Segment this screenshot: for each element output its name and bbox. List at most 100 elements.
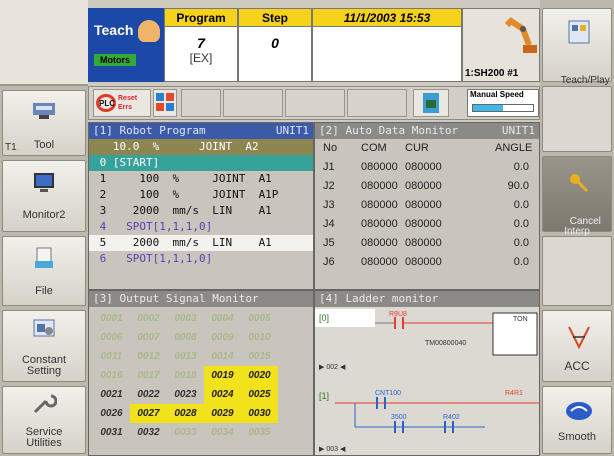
right-sidebar: Teach/Play Condition Cancel Interp ACC S… [540,0,614,456]
signal-row: 0001 0002 0003 0004 0005 [89,309,313,328]
constant-setting-button[interactable]: Constant Setting [2,310,86,382]
pendant-screen: Tool T1 Monitor2 File Constant Setting S… [0,0,614,456]
output-signal[interactable]: 0019 [204,366,241,385]
output-signal[interactable]: 0015 [241,347,278,366]
toolbar-slot-3[interactable] [285,89,345,117]
output-signal[interactable]: 0002 [130,309,167,328]
output-signal[interactable]: 0008 [167,328,204,347]
output-signal[interactable]: 0007 [130,328,167,347]
output-signal[interactable]: 0031 [93,423,130,442]
right-blank-1[interactable] [542,86,612,152]
monitor-header-row: No COM CUR ANGLE [315,139,539,158]
output-signal[interactable]: 0005 [241,309,278,328]
robot-program-title-text: [1] Robot Program [93,124,206,137]
output-signal[interactable]: 0022 [130,385,167,404]
program-line[interactable]: 6 SPOT[1,1,1,0] [89,251,313,267]
program-line[interactable]: 10.0 % JOINT A2 [89,139,313,155]
output-signal[interactable]: 0013 [167,347,204,366]
program-line[interactable]: 5 2000 mm/s LIN A1 [89,235,313,251]
signal-row: 0026 0027 0028 0029 0030 [89,404,313,423]
monitor-cell: 0.0 [513,199,529,211]
monitor-row: J1 080000 080000 0.0 [315,158,539,177]
output-signal[interactable]: 0010 [241,328,278,347]
output-signal[interactable]: 0020 [241,366,278,385]
output-signal[interactable]: 0025 [241,385,278,404]
cancel-interp-button[interactable]: Cancel Interp [542,156,612,237]
monitor-row: J6 080000 080000 0.0 [315,253,539,272]
output-signal[interactable]: 0033 [167,423,204,442]
rung-address-1: ▶ 002 ◀ [319,364,346,371]
right-blank-2[interactable] [542,236,612,306]
output-signal[interactable]: 0028 [167,404,204,423]
display-button[interactable] [413,89,449,117]
tool-button[interactable]: Tool T1 [2,90,86,156]
monitor-cell: 080000 [361,218,398,230]
io-arrows-button[interactable] [153,89,177,117]
monitor-cell: 080000 [405,218,442,230]
smooth-button[interactable]: Smooth [542,386,612,454]
acc-label: ACC [564,359,590,373]
output-signal[interactable]: 0009 [204,328,241,347]
monitor-cell: 0.0 [513,161,529,173]
program-line[interactable]: 0 [START] [89,155,313,171]
output-signal[interactable]: 0030 [241,404,278,423]
program-number: 7 [197,35,205,51]
program-field[interactable]: Program 7 [EX] [164,8,238,82]
monitor-cell: J2 [323,180,335,192]
toolbar-slot-2[interactable] [223,89,283,117]
monitor-header-cell: ANGLE [495,142,533,154]
tool-label: Tool [33,139,55,151]
monitor-cell: 0.0 [513,218,529,230]
service-utilities-label: Service Utilities [25,426,63,449]
output-signal[interactable]: 0016 [93,366,130,385]
output-signal[interactable]: 0034 [204,423,241,442]
ladder-diagram: [0] R9U8 TON TM00800040 ▶ 002 ◀ [1] CNT1… [315,307,539,455]
output-signal[interactable]: 0018 [167,366,204,385]
step-number: 0 [271,35,279,51]
mode-indicator[interactable]: Teach Motors [88,8,164,82]
output-signal[interactable]: 0029 [204,404,241,423]
smooth-label: Smooth [558,431,596,443]
output-signal[interactable]: 0021 [93,385,130,404]
output-signal-grid: 0001 0002 0003 0004 0005 0006 0007 0008 0009 0010… [89,307,313,442]
output-signal[interactable]: 0004 [204,309,241,328]
reset-errors-label: Reset Errs [118,95,138,111]
monitor-icon [34,173,54,192]
toolbar-slot-1[interactable] [181,89,221,117]
output-signal[interactable]: 0026 [93,404,130,423]
program-line[interactable]: 1 100 % JOINT A1 [89,171,313,187]
program-line[interactable]: 4 SPOT[1,1,1,0] [89,219,313,235]
output-signal[interactable]: 0032 [130,423,167,442]
toolbar-slot-4[interactable] [347,89,407,117]
output-signal[interactable]: 0024 [204,385,241,404]
signal-row: 0021 0022 0023 0024 0025 [89,385,313,404]
monitor-header-cell: COM [361,142,387,154]
plc-reset-button[interactable]: PLC Reset Errs [93,89,151,117]
output-signal[interactable]: 0003 [167,309,204,328]
output-signal[interactable]: 0012 [130,347,167,366]
output-signal[interactable]: 0027 [130,404,167,423]
output-signal[interactable]: 0011 [93,347,130,366]
file-button[interactable]: File [2,236,86,306]
auto-data-monitor-unit: UNIT1 [501,124,535,137]
output-signal[interactable]: 0006 [93,328,130,347]
service-utilities-button[interactable]: Service Utilities [2,386,86,454]
teach-play-condition-button[interactable]: Teach/Play Condition [542,8,612,97]
monitor-cell: 080000 [405,161,442,173]
manual-speed-indicator[interactable]: Manual Speed [467,89,539,117]
toolbar: PLC Reset Errs Manual Speed [88,86,540,120]
output-signal[interactable]: 0023 [167,385,204,404]
output-signal[interactable]: 0014 [204,347,241,366]
program-line[interactable]: 2 100 % JOINT A1P [89,187,313,203]
contact-2-label: CNT100 [375,390,401,397]
hand-icon [138,20,160,42]
monitor2-button[interactable]: Monitor2 [2,160,86,232]
acc-button[interactable]: ACC [542,310,612,382]
step-field[interactable]: Step 0 [238,8,312,82]
left-sidebar-blank [0,0,88,86]
program-line[interactable]: 3 2000 mm/s LIN A1 [89,203,313,219]
output-signal[interactable]: 0035 [241,423,278,442]
signal-row: 0016 0017 0018 0019 0020 [89,366,313,385]
output-signal[interactable]: 0017 [130,366,167,385]
output-signal[interactable]: 0001 [93,309,130,328]
